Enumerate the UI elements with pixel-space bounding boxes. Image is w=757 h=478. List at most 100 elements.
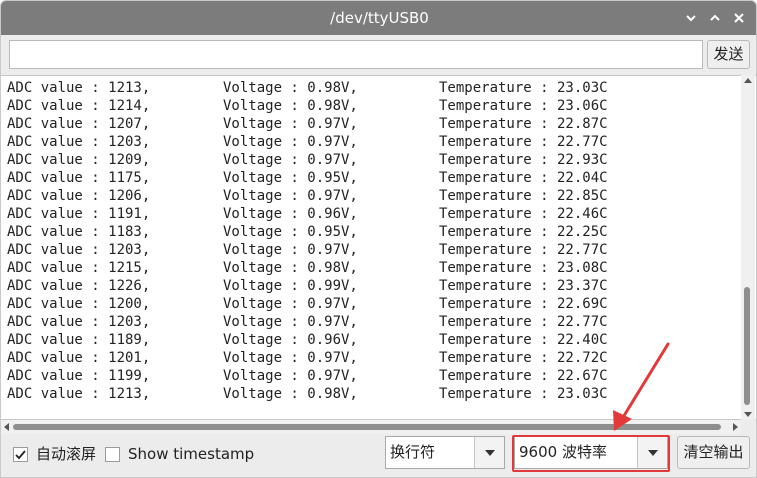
output-adc-text: ADC value : 1206,	[7, 188, 151, 204]
output-voltage-text: Voltage : 0.97V,	[223, 116, 358, 132]
minimize-button[interactable]	[682, 9, 700, 27]
output-voltage-text: Voltage : 0.98V,	[223, 98, 358, 114]
output-voltage-text: Voltage : 0.97V,	[223, 188, 358, 204]
output-adc-text: ADC value : 1213,	[7, 386, 151, 402]
output-voltage-text: Voltage : 0.96V,	[223, 206, 358, 222]
vertical-scroll-thumb[interactable]	[744, 287, 750, 405]
line-ending-dropdown-button[interactable]	[474, 437, 504, 468]
output-adc-text: ADC value : 1189,	[7, 332, 151, 348]
output-voltage-text: Voltage : 0.98V,	[223, 260, 358, 276]
output-line: ADC value : 1226, Voltage : 0.99V, Tempera…	[7, 277, 727, 295]
output-temperature-text: Temperature : 22.77C	[439, 134, 608, 150]
baud-rate-dropdown-button[interactable]	[637, 437, 667, 468]
output-temperature-text: Temperature : 22.87C	[439, 116, 608, 132]
output-adc-text: ADC value : 1201,	[7, 350, 151, 366]
output-line: ADC value : 1206, Voltage : 0.97V, Tempera…	[7, 187, 727, 205]
output-voltage-text: Voltage : 0.98V,	[223, 80, 358, 96]
chevron-up-icon	[710, 14, 720, 21]
output-temperature-text: Temperature : 22.85C	[439, 188, 608, 204]
output-temperature-text: Temperature : 23.08C	[439, 260, 608, 276]
scroll-right-icon[interactable]	[733, 423, 738, 431]
line-ending-select[interactable]: 换行符	[385, 436, 505, 469]
output-temperature-text: Temperature : 22.77C	[439, 314, 608, 330]
output-line: ADC value : 1203, Voltage : 0.97V, Tempera…	[7, 241, 727, 259]
output-voltage-text: Voltage : 0.97V,	[223, 350, 358, 366]
send-input[interactable]	[9, 40, 703, 69]
output-adc-text: ADC value : 1200,	[7, 296, 151, 312]
horizontal-scroll-thumb[interactable]	[13, 424, 721, 430]
baud-rate-value: 9600 波特率	[519, 443, 607, 461]
autoscroll-label: 自动滚屏	[36, 445, 97, 463]
output-voltage-text: Voltage : 0.98V,	[223, 386, 358, 402]
output-line: ADC value : 1214, Voltage : 0.98V, Tempera…	[7, 97, 727, 115]
output-temperature-text: Temperature : 22.93C	[439, 152, 608, 168]
chevron-down-icon	[648, 450, 658, 456]
close-icon	[734, 13, 744, 23]
show-timestamp-label: Show timestamp	[128, 445, 255, 463]
vertical-scrollbar[interactable]	[741, 75, 755, 420]
scroll-down-icon[interactable]	[744, 412, 752, 417]
output-temperature-text: Temperature : 22.40C	[439, 332, 608, 348]
title-bar: /dev/ttyUSB0	[1, 1, 756, 35]
output-adc-text: ADC value : 1226,	[7, 278, 151, 294]
output-temperature-text: Temperature : 22.77C	[439, 242, 608, 258]
window-title: /dev/ttyUSB0	[330, 9, 429, 27]
output-adc-text: ADC value : 1215,	[7, 260, 151, 276]
output-line: ADC value : 1203, Voltage : 0.97V, Tempera…	[7, 313, 727, 331]
output-temperature-text: Temperature : 22.72C	[439, 350, 608, 366]
output-temperature-text: Temperature : 22.46C	[439, 206, 608, 222]
autoscroll-checkbox[interactable]	[13, 447, 28, 462]
output-line: ADC value : 1203, Voltage : 0.97V, Tempera…	[7, 133, 727, 151]
output-line: ADC value : 1209, Voltage : 0.97V, Tempera…	[7, 151, 727, 169]
output-voltage-text: Voltage : 0.97V,	[223, 368, 358, 384]
output-voltage-text: Voltage : 0.97V,	[223, 296, 358, 312]
footer-bar: 自动滚屏 Show timestamp 换行符 9600 波特率 清空输出	[1, 434, 756, 477]
output-line: ADC value : 1191, Voltage : 0.96V, Tempera…	[7, 205, 727, 223]
output-voltage-text: Voltage : 0.97V,	[223, 152, 358, 168]
show-timestamp-checkbox[interactable]	[105, 447, 120, 462]
line-ending-value: 换行符	[390, 443, 436, 461]
output-voltage-text: Voltage : 0.95V,	[223, 170, 358, 186]
output-lines: ADC value : 1213, Voltage : 0.98V, Tempera…	[7, 79, 727, 403]
baud-rate-select[interactable]: 9600 波特率	[514, 436, 668, 469]
output-adc-text: ADC value : 1175,	[7, 170, 151, 186]
output-adc-text: ADC value : 1213,	[7, 80, 151, 96]
output-temperature-text: Temperature : 23.03C	[439, 386, 608, 402]
output-voltage-text: Voltage : 0.96V,	[223, 332, 358, 348]
output-line: ADC value : 1183, Voltage : 0.95V, Tempera…	[7, 223, 727, 241]
output-adc-text: ADC value : 1207,	[7, 116, 151, 132]
output-temperature-text: Temperature : 22.69C	[439, 296, 608, 312]
send-button[interactable]: 发送	[707, 40, 750, 69]
output-line: ADC value : 1215, Voltage : 0.98V, Tempera…	[7, 259, 727, 277]
output-voltage-text: Voltage : 0.95V,	[223, 224, 358, 240]
output-voltage-text: Voltage : 0.99V,	[223, 278, 358, 294]
output-line: ADC value : 1199, Voltage : 0.97V, Tempera…	[7, 367, 727, 385]
output-voltage-text: Voltage : 0.97V,	[223, 314, 358, 330]
output-adc-text: ADC value : 1203,	[7, 134, 151, 150]
serial-output[interactable]: ADC value : 1213, Voltage : 0.98V, Tempera…	[1, 75, 756, 420]
chevron-down-icon	[485, 450, 495, 456]
output-temperature-text: Temperature : 23.03C	[439, 80, 608, 96]
output-line: ADC value : 1213, Voltage : 0.98V, Tempera…	[7, 385, 727, 403]
output-adc-text: ADC value : 1199,	[7, 368, 151, 384]
output-temperature-text: Temperature : 22.25C	[439, 224, 608, 240]
output-line: ADC value : 1213, Voltage : 0.98V, Tempera…	[7, 79, 727, 97]
close-button[interactable]	[730, 9, 748, 27]
output-voltage-text: Voltage : 0.97V,	[223, 242, 358, 258]
maximize-button[interactable]	[706, 9, 724, 27]
output-line: ADC value : 1200, Voltage : 0.97V, Tempera…	[7, 295, 727, 313]
output-temperature-text: Temperature : 23.06C	[439, 98, 608, 114]
output-line: ADC value : 1175, Voltage : 0.95V, Tempera…	[7, 169, 727, 187]
output-temperature-text: Temperature : 23.37C	[439, 278, 608, 294]
output-line: ADC value : 1189, Voltage : 0.96V, Tempera…	[7, 331, 727, 349]
scroll-left-icon[interactable]	[4, 423, 9, 431]
output-temperature-text: Temperature : 22.04C	[439, 170, 608, 186]
output-adc-text: ADC value : 1214,	[7, 98, 151, 114]
output-adc-text: ADC value : 1191,	[7, 206, 151, 222]
horizontal-scrollbar[interactable]	[1, 420, 741, 434]
send-row: 发送	[1, 35, 756, 75]
scroll-up-icon[interactable]	[744, 78, 752, 83]
checkmark-icon	[15, 450, 26, 460]
clear-output-button[interactable]: 清空输出	[677, 436, 750, 469]
serial-monitor-window: /dev/ttyUSB0 发送 ADC value : 1213, Voltage…	[0, 0, 757, 478]
